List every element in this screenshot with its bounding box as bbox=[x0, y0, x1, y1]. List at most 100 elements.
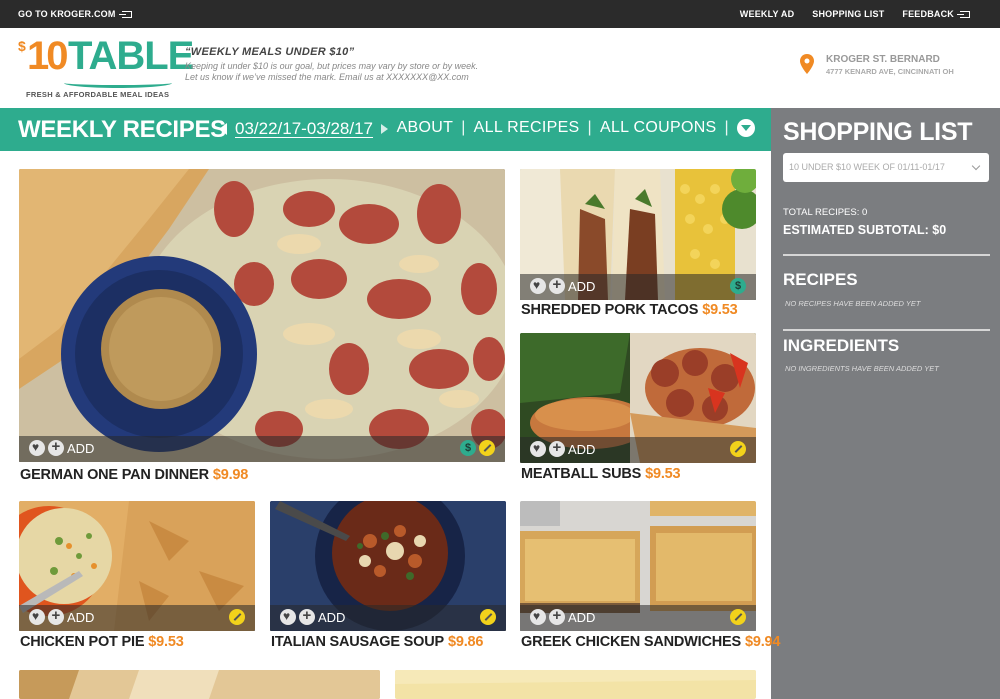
recipe-photo[interactable] bbox=[19, 670, 380, 699]
heart-icon[interactable] bbox=[530, 609, 546, 625]
add-label: ADD bbox=[318, 609, 346, 625]
ingredients-empty-message: NO INGREDIENTS HAVE BEEN ADDED YET bbox=[785, 364, 939, 373]
plus-icon bbox=[48, 438, 64, 456]
recipe-card[interactable]: ADD ITALIAN SAUSAGE SOUP$9.86 bbox=[270, 501, 506, 656]
add-recipe-button[interactable]: ADD bbox=[280, 607, 346, 625]
recipe-card[interactable] bbox=[19, 670, 380, 699]
external-link-icon bbox=[118, 10, 132, 18]
dollar-badge-icon: $ bbox=[730, 278, 746, 294]
heart-icon[interactable] bbox=[29, 440, 45, 456]
all-recipes-link[interactable]: ALL RECIPES bbox=[474, 119, 580, 137]
go-to-kroger-label: GO TO KROGER.COM bbox=[18, 9, 116, 19]
week-list-select[interactable]: 10 UNDER $10 WEEK OF 01/11-01/17 bbox=[783, 153, 989, 182]
recipe-title[interactable]: GREEK CHICKEN SANDWICHES $9.94 bbox=[521, 634, 780, 650]
add-recipe-button[interactable]: ADD bbox=[29, 438, 94, 456]
promo-line-1: Keeping it under $10 is our goal, but pr… bbox=[185, 61, 479, 71]
week-list-select-value: 10 UNDER $10 WEEK OF 01/11-01/17 bbox=[789, 162, 945, 172]
recipe-name: MEATBALL SUBS bbox=[521, 466, 642, 482]
feedback-label: FEEDBACK bbox=[902, 9, 954, 19]
nav-separator: | bbox=[724, 119, 729, 136]
recipe-price: $9.98 bbox=[212, 467, 249, 483]
recipe-card[interactable]: ADD $ GERMAN ONE PAN DINNER$9.98 bbox=[19, 169, 505, 487]
nav-links: ABOUT | ALL RECIPES | ALL COUPONS | bbox=[397, 119, 755, 137]
week-selector: 03/22/17-03/28/17 bbox=[219, 119, 389, 139]
recipe-name: GREEK CHICKEN SANDWICHES bbox=[521, 634, 741, 650]
plus-icon bbox=[299, 607, 315, 625]
recipe-title[interactable]: CHICKEN POT PIE $9.53 bbox=[20, 634, 184, 650]
recipe-badges bbox=[730, 441, 746, 457]
recipe-name: GERMAN ONE PAN DINNER bbox=[20, 467, 209, 483]
promo-line-2: Let us know if we’ve missed the mark. Em… bbox=[185, 72, 469, 82]
ingredients-heading: INGREDIENTS bbox=[783, 336, 900, 355]
recipe-card[interactable]: ADD $ SHREDDED PORK TACOS$9.53 bbox=[520, 169, 756, 324]
coupon-badge-icon bbox=[480, 609, 496, 625]
recipe-title[interactable]: MEATBALL SUBS $9.53 bbox=[521, 466, 681, 482]
recipe-title[interactable]: ITALIAN SAUSAGE SOUP $9.86 bbox=[271, 634, 483, 650]
add-recipe-button[interactable]: ADD bbox=[29, 607, 95, 625]
previous-week-icon[interactable] bbox=[219, 123, 227, 135]
recipe-card[interactable] bbox=[395, 670, 756, 699]
page-title: WEEKLY RECIPES bbox=[18, 116, 226, 143]
about-link[interactable]: ABOUT bbox=[397, 119, 454, 137]
recipe-badges bbox=[229, 609, 245, 625]
store-address: 4777 KENARD AVE, CINCINNATI OH bbox=[826, 67, 954, 76]
recipe-name: ITALIAN SAUSAGE SOUP bbox=[271, 634, 444, 650]
coupon-badge-icon bbox=[730, 441, 746, 457]
recipes-heading: RECIPES bbox=[783, 270, 858, 289]
recipe-badges bbox=[480, 609, 496, 625]
shopping-list-title: SHOPPING LIST bbox=[783, 118, 973, 146]
recipe-price: $9.53 bbox=[148, 634, 184, 650]
logo-ten: 10 bbox=[27, 34, 68, 78]
chevron-down-icon bbox=[971, 161, 981, 171]
logo-swoosh bbox=[64, 78, 172, 88]
coupon-badge-icon bbox=[479, 440, 495, 456]
shopping-list-link[interactable]: SHOPPING LIST bbox=[812, 9, 884, 19]
logo-table: TABLE bbox=[68, 34, 194, 78]
store-selector[interactable]: KROGER ST. BERNARD 4777 KENARD AVE, CINC… bbox=[800, 54, 954, 76]
recipe-badges: $ bbox=[460, 440, 495, 456]
top-bar: GO TO KROGER.COM WEEKLY AD SHOPPING LIST… bbox=[0, 0, 1000, 28]
recipe-price: $9.53 bbox=[702, 302, 738, 318]
heart-icon[interactable] bbox=[530, 441, 546, 457]
recipe-price: $9.86 bbox=[447, 634, 484, 650]
promo-message: “WEEKLY MEALS UNDER $10” Keeping it unde… bbox=[185, 46, 478, 83]
external-link-icon bbox=[957, 10, 970, 18]
recipe-badges: $ bbox=[730, 278, 746, 294]
recipe-card[interactable]: ADD CHICKEN POT PIE$9.53 bbox=[19, 501, 255, 656]
add-recipe-button[interactable]: ADD bbox=[530, 607, 595, 625]
heart-icon[interactable] bbox=[29, 609, 45, 625]
add-recipe-button[interactable]: ADD bbox=[530, 439, 595, 457]
coupon-badge-icon bbox=[229, 609, 245, 625]
shopping-list-sidebar: SHOPPING LIST 10 UNDER $10 WEEK OF 01/11… bbox=[771, 108, 1000, 699]
week-dates[interactable]: 03/22/17-03/28/17 bbox=[235, 119, 373, 139]
recipe-name: CHICKEN POT PIE bbox=[20, 634, 145, 650]
feedback-link[interactable]: FEEDBACK bbox=[902, 9, 970, 19]
add-label: ADD bbox=[67, 609, 95, 625]
total-recipes: TOTAL RECIPES: 0 bbox=[783, 207, 868, 218]
store-name: KROGER ST. BERNARD bbox=[826, 54, 940, 65]
nav-separator: | bbox=[461, 119, 466, 136]
plus-icon bbox=[549, 439, 565, 457]
add-recipe-button[interactable]: ADD bbox=[530, 276, 595, 294]
recipe-card[interactable]: ADD MEATBALL SUBS$9.53 bbox=[520, 333, 756, 488]
coupon-badge-icon bbox=[730, 609, 746, 625]
recipes-nav-bar: WEEKLY RECIPES 03/22/17-03/28/17 ABOUT |… bbox=[0, 108, 771, 151]
estimated-subtotal: ESTIMATED SUBTOTAL: $0 bbox=[783, 223, 947, 237]
divider bbox=[783, 254, 990, 256]
recipe-card[interactable]: ADD GREEK CHICKEN SANDWICHES$9.94 bbox=[520, 501, 780, 656]
next-week-icon[interactable] bbox=[381, 124, 389, 134]
recipe-title[interactable]: GERMAN ONE PAN DINNER $9.98 bbox=[20, 467, 248, 483]
chevron-down-icon[interactable] bbox=[737, 119, 755, 137]
weekly-ad-link[interactable]: WEEKLY AD bbox=[740, 9, 794, 19]
all-coupons-link[interactable]: ALL COUPONS bbox=[600, 119, 717, 137]
heart-icon[interactable] bbox=[530, 278, 546, 294]
logo-tagline: FRESH & AFFORDABLE MEAL IDEAS bbox=[26, 90, 170, 99]
recipe-photo[interactable] bbox=[395, 670, 756, 699]
ten-table-logo[interactable]: $ 10 TABLE FRESH & AFFORDABLE MEAL IDEAS bbox=[18, 34, 194, 102]
heart-icon[interactable] bbox=[280, 609, 296, 625]
recipe-photo[interactable] bbox=[19, 169, 505, 462]
recipe-price: $9.53 bbox=[645, 466, 681, 482]
recipes-empty-message: NO RECIPES HAVE BEEN ADDED YET bbox=[785, 299, 921, 308]
go-to-kroger-link[interactable]: GO TO KROGER.COM bbox=[18, 9, 132, 19]
recipe-title[interactable]: SHREDDED PORK TACOS $9.53 bbox=[521, 302, 738, 318]
